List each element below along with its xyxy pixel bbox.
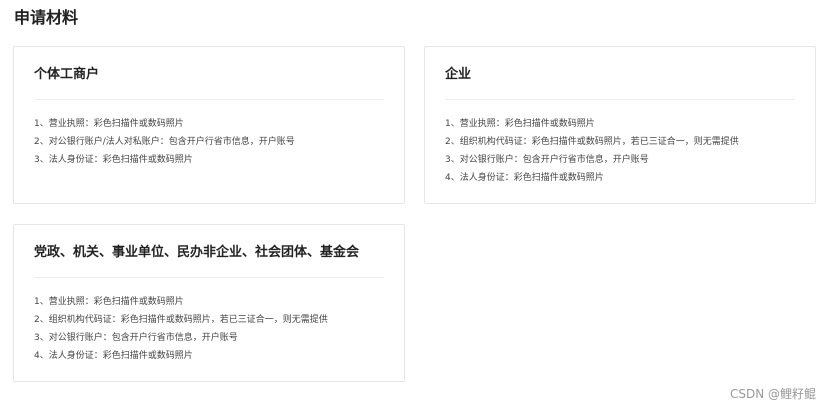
requirements-list: 1、营业执照：彩色扫描件或数码照片 2、组织机构代码证：彩色扫描件或数码照片，若… xyxy=(34,293,394,365)
card-divider xyxy=(445,99,795,100)
page-title: 申请材料 xyxy=(14,8,79,27)
list-item: 4、法人身份证：彩色扫描件或数码照片 xyxy=(34,351,193,361)
requirements-list: 1、营业执照：彩色扫描件或数码照片 2、对公银行账户/法人对私账户：包含开户行省… xyxy=(34,115,394,169)
watermark: CSDN @鲤籽鲲 xyxy=(729,387,816,401)
list-item: 1、营业执照：彩色扫描件或数码照片 xyxy=(34,297,184,307)
list-item: 2、组织机构代码证：彩色扫描件或数码照片，若已三证合一，则无需提供 xyxy=(34,315,328,325)
card-title: 党政、机关、事业单位、民办非企业、社会团体、基金会 xyxy=(34,245,360,260)
list-item: 3、对公银行账户：包含开户行省市信息，开户账号 xyxy=(34,333,238,343)
list-item: 3、对公银行账户：包含开户行省市信息，开户账号 xyxy=(445,155,649,165)
card-individual-business: 个体工商户 1、营业执照：彩色扫描件或数码照片 2、对公银行账户/法人对私账户：… xyxy=(13,46,405,204)
list-item: 2、组织机构代码证：彩色扫描件或数码照片，若已三证合一，则无需提供 xyxy=(445,137,739,147)
card-title: 企业 xyxy=(445,67,472,82)
list-item: 3、法人身份证：彩色扫描件或数码照片 xyxy=(34,155,193,165)
card-government-organizations: 党政、机关、事业单位、民办非企业、社会团体、基金会 1、营业执照：彩色扫描件或数… xyxy=(13,224,405,382)
card-divider xyxy=(34,277,384,278)
card-divider xyxy=(34,99,384,100)
list-item: 1、营业执照：彩色扫描件或数码照片 xyxy=(445,119,595,129)
card-title: 个体工商户 xyxy=(34,67,100,82)
requirements-list: 1、营业执照：彩色扫描件或数码照片 2、组织机构代码证：彩色扫描件或数码照片，若… xyxy=(445,115,805,187)
list-item: 1、营业执照：彩色扫描件或数码照片 xyxy=(34,119,184,129)
card-enterprise: 企业 1、营业执照：彩色扫描件或数码照片 2、组织机构代码证：彩色扫描件或数码照… xyxy=(424,46,816,204)
list-item: 4、法人身份证：彩色扫描件或数码照片 xyxy=(445,173,604,183)
list-item: 2、对公银行账户/法人对私账户：包含开户行省市信息，开户账号 xyxy=(34,137,295,147)
